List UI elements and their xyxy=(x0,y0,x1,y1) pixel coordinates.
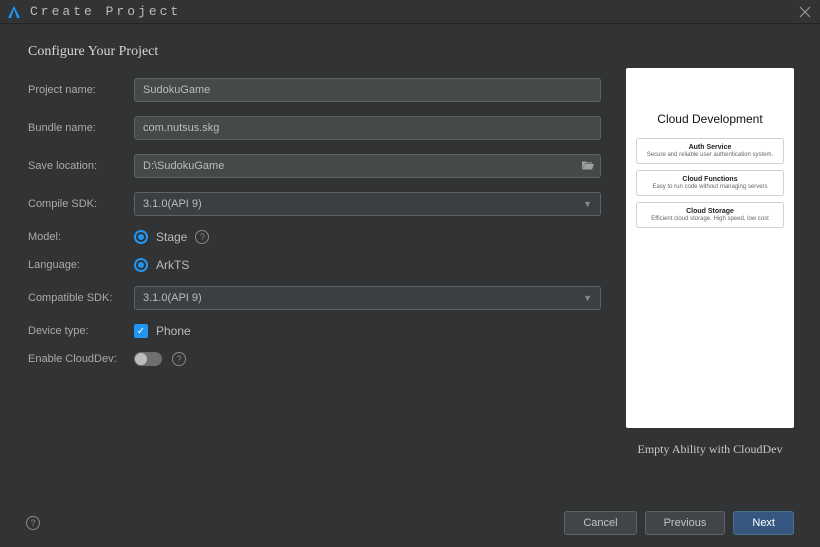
save-location-input[interactable] xyxy=(134,154,601,178)
label-compatible-sdk: Compatible SDK: xyxy=(28,292,134,304)
footer: ? Cancel Previous Next xyxy=(0,499,820,547)
preview-card-auth: Auth Service Secure and reliable user au… xyxy=(636,138,784,164)
clouddev-help-button[interactable]: ? xyxy=(172,352,186,366)
folder-open-icon xyxy=(582,161,594,172)
previous-button[interactable]: Previous xyxy=(645,511,726,535)
cancel-button[interactable]: Cancel xyxy=(564,511,636,535)
label-enable-clouddev: Enable CloudDev: xyxy=(28,353,134,365)
project-name-input[interactable] xyxy=(134,78,601,102)
close-icon xyxy=(799,6,811,18)
window-title: Create Project xyxy=(30,4,181,19)
help-button[interactable]: ? xyxy=(26,516,40,530)
compatible-sdk-select[interactable]: 3.1.0(API 9) ▼ xyxy=(134,286,601,310)
preview-card-functions: Cloud Functions Easy to run code without… xyxy=(636,170,784,196)
label-device-type: Device type: xyxy=(28,325,134,337)
preview-card-sub: Secure and reliable user authentication … xyxy=(643,152,777,158)
compatible-sdk-value: 3.1.0(API 9) xyxy=(143,292,202,304)
browse-folder-button[interactable] xyxy=(582,161,594,172)
language-arkts-label: ArkTS xyxy=(156,258,189,272)
language-arkts-radio[interactable] xyxy=(134,258,148,272)
preview-caption: Empty Ability with CloudDev xyxy=(626,442,794,457)
section-heading: Configure Your Project xyxy=(28,44,602,60)
compile-sdk-value: 3.1.0(API 9) xyxy=(143,198,202,210)
label-project-name: Project name: xyxy=(28,84,134,96)
form-area: Configure Your Project Project name: Bun… xyxy=(28,44,602,457)
chevron-down-icon: ▼ xyxy=(583,293,592,303)
label-save-location: Save location: xyxy=(28,160,134,172)
close-button[interactable] xyxy=(796,3,814,21)
device-phone-label: Phone xyxy=(156,324,191,338)
model-help-button[interactable]: ? xyxy=(195,230,209,244)
device-phone-checkbox[interactable]: ✓ xyxy=(134,324,148,338)
app-logo-icon xyxy=(6,4,22,20)
compile-sdk-select[interactable]: 3.1.0(API 9) ▼ xyxy=(134,192,601,216)
bundle-name-input[interactable] xyxy=(134,116,601,140)
label-bundle-name: Bundle name: xyxy=(28,122,134,134)
preview-card-title: Cloud Storage xyxy=(643,208,777,215)
next-button[interactable]: Next xyxy=(733,511,794,535)
preview-card-storage: Cloud Storage Efficient cloud storage. H… xyxy=(636,202,784,228)
preview-card-title: Auth Service xyxy=(643,144,777,151)
model-stage-radio[interactable] xyxy=(134,230,148,244)
chevron-down-icon: ▼ xyxy=(583,199,592,209)
preview-card-sub: Efficient cloud storage. High speed, low… xyxy=(643,216,777,222)
preview-title: Cloud Development xyxy=(657,112,762,126)
preview-card-title: Cloud Functions xyxy=(643,176,777,183)
label-language: Language: xyxy=(28,259,134,271)
preview-panel: Cloud Development Auth Service Secure an… xyxy=(626,68,794,428)
preview-card-sub: Easy to run code without managing server… xyxy=(643,184,777,190)
model-stage-label: Stage xyxy=(156,230,187,244)
enable-clouddev-toggle[interactable] xyxy=(134,352,162,366)
titlebar: Create Project xyxy=(0,0,820,24)
preview-column: Cloud Development Auth Service Secure an… xyxy=(626,68,794,457)
label-compile-sdk: Compile SDK: xyxy=(28,198,134,210)
label-model: Model: xyxy=(28,231,134,243)
